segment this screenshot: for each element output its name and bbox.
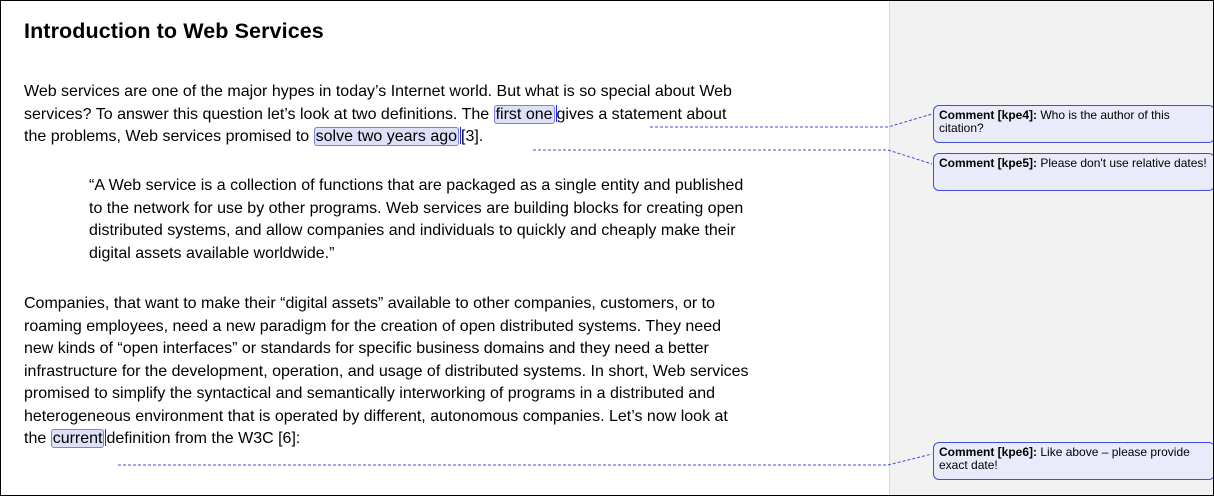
comment-anchor-kpe6[interactable]: current (50, 429, 105, 448)
text-line: the (24, 430, 51, 447)
paragraph-companies: Companies, that want to make their “digi… (24, 293, 749, 451)
comment-balloon-kpe4[interactable]: Comment [kpe4]: Who is the author of thi… (933, 105, 1213, 143)
quote-line: distributed systems, and allow companies… (89, 222, 736, 239)
text-line: services? To answer this question let’s … (24, 105, 494, 123)
text-line: heterogeneous environment that is operat… (24, 407, 728, 425)
comment-anchor-kpe5[interactable]: solve two years ago (313, 127, 460, 146)
text-line: roaming employees, need a new paradigm f… (24, 317, 721, 335)
comment-label: Comment [kpe5]: (939, 156, 1038, 170)
text-line: definition from the W3C [6]: (106, 430, 301, 447)
page-title: Introduction to Web Services (24, 19, 324, 43)
paragraph-intro: Web services are one of the major hypes … (24, 81, 732, 149)
text-line: new kinds of “open interfaces” or standa… (24, 340, 709, 357)
quote-line: “A Web service is a collection of functi… (89, 177, 744, 194)
text-line: promised to simplify the syntactical and… (24, 385, 715, 402)
text-line: Web services are one of the major hypes … (24, 83, 732, 100)
quote-line: to the network for use by other programs… (89, 199, 744, 217)
text-line: gives a statement about (556, 105, 727, 123)
comment-text: Please don't use relative dates! (1037, 156, 1207, 170)
comment-label: Comment [kpe6]: (939, 445, 1038, 459)
block-quote: “A Web service is a collection of functi… (89, 175, 743, 265)
comment-margin (889, 1, 1213, 495)
comment-balloon-kpe6[interactable]: Comment [kpe6]: Like above – please prov… (933, 442, 1213, 480)
document-page: Introduction to Web Services Web service… (1, 1, 889, 495)
comment-label: Comment [kpe4]: (939, 108, 1038, 122)
comment-anchor-kpe4[interactable]: first one (493, 104, 555, 124)
text-line: the problems, Web services promised to (24, 128, 314, 145)
quote-line: digital assets available worldwide.” (89, 244, 335, 262)
comment-balloon-kpe5[interactable]: Comment [kpe5]: Please don't use relativ… (933, 153, 1213, 191)
text-line: Companies, that want to make their “digi… (24, 295, 715, 312)
text-line: infrastructure for the development, oper… (24, 362, 749, 380)
text-line: [3]. (461, 128, 484, 145)
document-window: Introduction to Web Services Web service… (0, 0, 1214, 496)
